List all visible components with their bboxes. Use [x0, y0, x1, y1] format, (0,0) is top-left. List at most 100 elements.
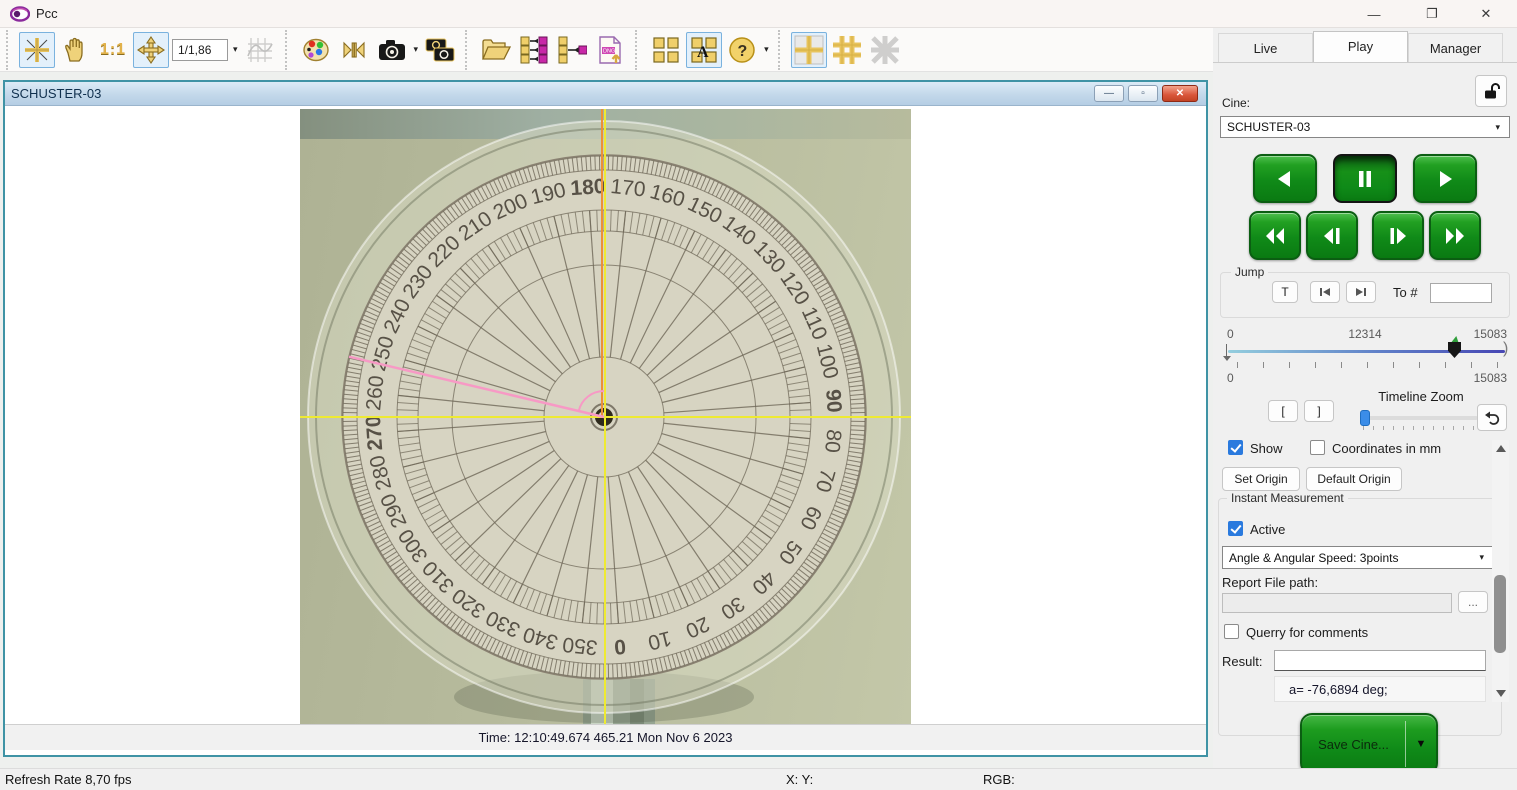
- timeline-left-cap-arrow-icon: [1223, 356, 1231, 361]
- panel-scrollbar[interactable]: [1492, 440, 1509, 702]
- rewind-button[interactable]: [1249, 211, 1301, 260]
- svg-text:80: 80: [820, 428, 845, 454]
- pause-button[interactable]: [1333, 154, 1397, 203]
- camera-combo-arrow-icon[interactable]: ▾: [414, 44, 419, 55]
- pcc-logo-icon: [10, 6, 30, 22]
- timeline-slider-thumb[interactable]: [1448, 342, 1461, 358]
- crosshair-tool-button[interactable]: [19, 32, 55, 68]
- jump-to-label: To #: [1393, 285, 1418, 300]
- actual-size-button[interactable]: 1:1: [95, 32, 131, 68]
- tab-play[interactable]: Play: [1313, 31, 1408, 62]
- svg-text:DNG: DNG: [603, 48, 615, 54]
- save-one-icon: [557, 35, 587, 65]
- cine-close-button[interactable]: ✕: [1162, 85, 1198, 102]
- zoom-combo-arrow-icon[interactable]: ▾: [233, 44, 238, 55]
- browse-report-path-button[interactable]: ...: [1458, 591, 1488, 613]
- jump-start-icon: [1319, 287, 1331, 297]
- image-range-button[interactable]: [336, 32, 372, 68]
- result-list[interactable]: a= -76,6894 deg;: [1274, 676, 1486, 702]
- range-end-bracket-button[interactable]: ]: [1304, 400, 1334, 422]
- active-checkbox[interactable]: [1228, 521, 1243, 536]
- active-label: Active: [1250, 522, 1285, 537]
- play-button[interactable]: [1413, 154, 1477, 203]
- range-start-bracket-button[interactable]: [: [1268, 400, 1298, 422]
- jump-to-end-button[interactable]: [1346, 281, 1376, 303]
- capture-camera-button[interactable]: [374, 32, 410, 68]
- query-comments-checkbox[interactable]: [1224, 624, 1239, 639]
- move-tool-button[interactable]: [133, 32, 169, 68]
- measurement-mode-value: Angle & Angular Speed: 3points: [1229, 551, 1398, 565]
- scroll-up-icon[interactable]: [1496, 445, 1506, 452]
- report-file-path-input[interactable]: [1222, 593, 1452, 613]
- signal-graph-button: [242, 32, 278, 68]
- zoom-level-combo[interactable]: 1/1,86: [172, 39, 228, 61]
- coordinates-mm-label: Coordinates in mm: [1332, 441, 1441, 456]
- lock-toggle-button[interactable]: [1475, 75, 1507, 107]
- active-window-layout-button[interactable]: A: [686, 32, 722, 68]
- cine-restore-button[interactable]: ▫: [1128, 85, 1158, 102]
- scroll-down-icon[interactable]: [1496, 690, 1506, 697]
- jump-to-start-button[interactable]: [1310, 281, 1340, 303]
- save-cine-button[interactable]: Save Cine... ▼: [1300, 713, 1438, 775]
- color-settings-button[interactable]: [298, 32, 334, 68]
- app-restore-button[interactable]: ❐: [1409, 0, 1455, 28]
- cine-window-titlebar[interactable]: SCHUSTER-03 — ▫ ✕: [5, 82, 1206, 106]
- cursor-rgb-text: RGB:: [983, 772, 1015, 787]
- toolbar-group-file: DNG: [465, 30, 635, 70]
- timeline-end-label: 15083: [1474, 327, 1507, 341]
- cine-select[interactable]: SCHUSTER-03 ▾: [1220, 116, 1510, 138]
- camera-icon: [377, 37, 407, 63]
- jump-to-trigger-button[interactable]: T: [1272, 281, 1298, 303]
- reset-zoom-button[interactable]: [1477, 404, 1507, 431]
- app-minimize-button[interactable]: —: [1351, 0, 1397, 28]
- fast-forward-button[interactable]: [1429, 211, 1481, 260]
- coordinates-mm-checkbox[interactable]: [1310, 440, 1325, 455]
- cine-minimize-button[interactable]: —: [1094, 85, 1124, 102]
- timeline-right-cap: ): [1503, 340, 1508, 358]
- help-combo-arrow-icon[interactable]: ▾: [764, 44, 769, 55]
- toolbar-group-image: ▾: [285, 30, 466, 70]
- play-reverse-button[interactable]: [1253, 154, 1317, 203]
- report-file-path-label: Report File path:: [1222, 575, 1318, 590]
- timeline-zoom-thumb[interactable]: [1360, 410, 1370, 426]
- multi-camera-button[interactable]: [422, 32, 458, 68]
- jump-frame-input[interactable]: [1430, 283, 1492, 303]
- scrollbar-thumb[interactable]: [1494, 575, 1506, 653]
- measurement-mode-select[interactable]: Angle & Angular Speed: 3points ▾: [1222, 546, 1494, 569]
- grid-overlay-button[interactable]: [829, 32, 865, 68]
- tab-manager[interactable]: Manager: [1408, 33, 1503, 62]
- timeline-slider-track[interactable]: [1228, 350, 1505, 353]
- export-dng-button[interactable]: DNG: [592, 32, 628, 68]
- svg-text:260: 260: [362, 374, 389, 411]
- tab-live[interactable]: Live: [1218, 33, 1313, 62]
- timeline-bottom-end-label: 15083: [1474, 371, 1507, 385]
- cine-window-title: SCHUSTER-03: [11, 86, 101, 101]
- set-origin-button[interactable]: Set Origin: [1222, 467, 1300, 491]
- crosshair-overlay-button[interactable]: [791, 32, 827, 68]
- cine-select-arrow-icon: ▾: [1495, 122, 1500, 133]
- toolbar-group-view: 1:1 1/1,86 ▾: [6, 30, 285, 70]
- cursor-xy-text: X: Y:: [786, 772, 813, 787]
- open-file-button[interactable]: [478, 32, 514, 68]
- step-back-button[interactable]: [1306, 211, 1358, 260]
- unlock-icon: [1482, 82, 1500, 100]
- step-forward-button[interactable]: [1372, 211, 1424, 260]
- save-cine-dropdown-icon[interactable]: ▼: [1406, 738, 1436, 750]
- pan-tool-button[interactable]: [57, 32, 93, 68]
- timeline-zoom-track[interactable]: [1360, 416, 1478, 420]
- tile-windows-button[interactable]: [648, 32, 684, 68]
- save-all-cines-button[interactable]: [516, 32, 552, 68]
- timeline-bottom-start-label: 0: [1227, 371, 1234, 385]
- step-back-icon: [1320, 224, 1344, 248]
- timeline-zoom-label: Timeline Zoom: [1360, 389, 1482, 404]
- help-button[interactable]: ?: [724, 32, 760, 68]
- svg-text:A: A: [697, 44, 709, 61]
- result-input[interactable]: [1274, 650, 1486, 671]
- show-checkbox[interactable]: [1228, 440, 1243, 455]
- app-close-button[interactable]: ✕: [1463, 0, 1509, 28]
- default-origin-button[interactable]: Default Origin: [1306, 467, 1402, 491]
- protractor-photo[interactable]: 0102030405060708090100110120130140150160…: [300, 109, 911, 725]
- main-toolbar: 1:1 1/1,86 ▾: [0, 28, 1213, 72]
- status-bar: Refresh Rate 8,70 fps X: Y: RGB:: [0, 768, 1517, 790]
- save-cine-button-toolbar[interactable]: [554, 32, 590, 68]
